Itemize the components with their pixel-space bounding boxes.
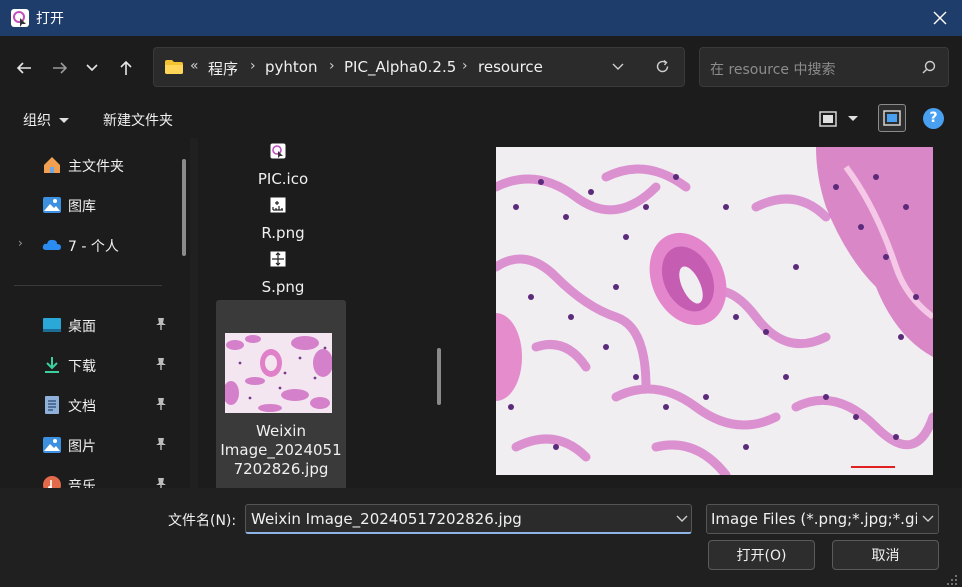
pictures-icon: [43, 437, 61, 453]
breadcrumb-item[interactable]: pyhton: [265, 58, 317, 76]
close-icon[interactable]: [926, 4, 954, 32]
filename-label: 文件名(N):: [168, 513, 237, 529]
open-file-dialog: 打开 « 程序 › pyhton › PIC_Alpha0.2.5 › reso…: [0, 0, 962, 587]
sidebar-item-downloads[interactable]: 下载: [0, 347, 175, 383]
refresh-icon[interactable]: [655, 59, 670, 77]
title-bar: 打开: [0, 0, 962, 36]
open-button[interactable]: 打开(O): [708, 540, 815, 570]
cancel-button[interactable]: 取消: [832, 540, 939, 570]
sidebar-item-label: 文档: [68, 399, 96, 415]
up-arrow-icon[interactable]: [114, 56, 138, 80]
help-icon[interactable]: ?: [923, 108, 944, 129]
recent-locations-chevron-icon[interactable]: [80, 56, 104, 80]
preview-pane-toggle[interactable]: [878, 104, 906, 132]
breadcrumb-separator-icon: ›: [250, 58, 256, 74]
dialog-footer: 文件名(N): Weixin Image_20240517202826.jpg …: [0, 488, 962, 587]
breadcrumb-separator-icon: ›: [329, 58, 335, 74]
view-options-button[interactable]: [818, 109, 866, 129]
home-icon: [44, 157, 60, 173]
app-icon: [11, 9, 29, 27]
document-icon: [45, 396, 59, 414]
filename-input[interactable]: Weixin Image_20240517202826.jpg: [245, 504, 692, 534]
view-icon: [819, 111, 837, 127]
sidebar-item-label: 桌面: [68, 319, 96, 335]
sidebar-item-label: 7 - 个人: [68, 239, 119, 255]
search-placeholder: 在 resource 中搜索: [710, 62, 836, 78]
image-thumbnail: [225, 333, 332, 413]
command-bar: 组织 新建文件夹 ?: [0, 100, 962, 138]
desktop-icon: [43, 318, 61, 332]
pin-icon[interactable]: [155, 437, 169, 453]
file-item[interactable]: R.png: [218, 196, 348, 244]
breadcrumb-item[interactable]: resource: [478, 58, 543, 76]
search-icon: [922, 60, 936, 74]
sidebar-item-label: 图片: [68, 439, 96, 455]
pin-icon[interactable]: [155, 317, 169, 333]
filename-value: Weixin Image_20240517202826.jpg: [251, 510, 522, 528]
image-preview: [496, 147, 933, 475]
expand-chevron-icon[interactable]: ›: [18, 236, 23, 250]
back-arrow-icon[interactable]: [12, 56, 36, 80]
file-item[interactable]: S.png: [218, 250, 348, 298]
new-folder-button[interactable]: 新建文件夹: [103, 110, 173, 130]
organize-label: 组织: [23, 113, 51, 129]
address-bar[interactable]: « 程序 › pyhton › PIC_Alpha0.2.5 › resourc…: [153, 47, 685, 87]
music-icon: [43, 476, 61, 488]
selected-file-name: Weixin Image_2024051 7202826.jpg: [216, 422, 346, 479]
file-type-value: Image Files (*.png;*.jpg;*.gif;: [711, 510, 929, 528]
navigation-pane: 主文件夹 图库 › 7 - 个人 桌面 下载 文档 图片 音乐: [0, 138, 190, 488]
chevron-down-icon: [59, 118, 70, 123]
file-name-line: Image_2024051: [220, 441, 342, 459]
resize-grip-icon[interactable]: [946, 574, 958, 586]
file-name: R.png: [261, 224, 305, 242]
breadcrumb-separator-icon: ›: [462, 58, 468, 74]
download-icon: [45, 357, 59, 373]
pin-icon[interactable]: [155, 397, 169, 413]
file-list: PIC.ico R.png S.png Weixin Image_2024051…: [198, 138, 453, 488]
folder-icon: [165, 60, 183, 74]
preview-pane-icon: [883, 110, 901, 126]
sidebar-scrollbar[interactable]: [182, 159, 186, 256]
file-name: S.png: [261, 278, 305, 296]
png-file-icon: [270, 197, 286, 213]
file-item[interactable]: PIC.ico: [218, 142, 348, 190]
divider: [14, 285, 162, 286]
preview-pane: [453, 138, 962, 488]
sidebar-item-documents[interactable]: 文档: [0, 387, 175, 423]
sidebar-item-desktop[interactable]: 桌面: [0, 307, 175, 343]
address-dropdown-chevron-icon[interactable]: [612, 60, 624, 74]
file-name-line: 7202826.jpg: [233, 460, 329, 478]
file-type-select[interactable]: Image Files (*.png;*.jpg;*.gif;: [706, 504, 939, 534]
breadcrumb-item[interactable]: PIC_Alpha0.2.5: [344, 58, 456, 76]
sidebar-item-label: 主文件夹: [68, 159, 124, 175]
breadcrumb-item[interactable]: 程序: [208, 58, 238, 79]
ico-file-icon: [270, 143, 286, 159]
png-file-icon: [270, 251, 286, 267]
gallery-icon: [43, 197, 61, 213]
sidebar-item-music[interactable]: 音乐: [0, 467, 175, 488]
sidebar-item-label: 下载: [68, 359, 96, 375]
sidebar-item-gallery[interactable]: 图库: [0, 187, 175, 223]
sidebar-item-pictures[interactable]: 图片: [0, 427, 175, 463]
pin-icon[interactable]: [155, 477, 169, 488]
sidebar-item-label: 音乐: [68, 479, 96, 488]
forward-arrow-icon[interactable]: [48, 56, 72, 80]
onedrive-cloud-icon: [42, 239, 61, 250]
file-name: PIC.ico: [257, 170, 309, 188]
chevron-down-icon: [848, 116, 858, 121]
chevron-down-icon: [922, 515, 934, 522]
file-name-line: Weixin: [256, 422, 306, 440]
sidebar-item-label: 图库: [68, 199, 96, 215]
sidebar-item-onedrive[interactable]: › 7 - 个人: [0, 227, 175, 263]
organize-menu[interactable]: 组织: [23, 110, 70, 130]
file-list-scrollbar[interactable]: [437, 348, 441, 405]
search-input[interactable]: 在 resource 中搜索: [699, 47, 949, 87]
sidebar-item-home[interactable]: 主文件夹: [0, 147, 175, 183]
window-title: 打开: [36, 11, 64, 27]
chevron-down-icon[interactable]: [676, 515, 688, 523]
pin-icon[interactable]: [155, 357, 169, 373]
file-item-selected[interactable]: Weixin Image_2024051 7202826.jpg: [216, 300, 346, 488]
overflow-chevron[interactable]: «: [190, 58, 199, 74]
